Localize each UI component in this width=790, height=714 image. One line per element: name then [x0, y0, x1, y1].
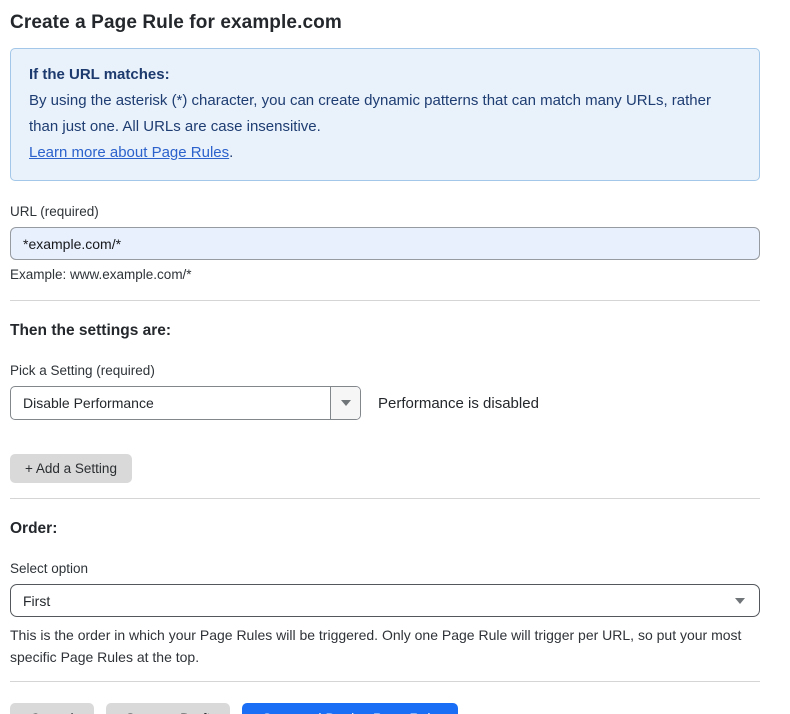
- divider: [10, 300, 760, 301]
- setting-select[interactable]: Disable Performance: [10, 386, 361, 420]
- info-box-body: By using the asterisk (*) character, you…: [29, 88, 729, 140]
- learn-more-link[interactable]: Learn more about Page Rules: [29, 144, 229, 161]
- page-title: Create a Page Rule for example.com: [10, 12, 760, 34]
- save-and-deploy-button[interactable]: Save and Deploy Page Rule: [242, 703, 458, 714]
- divider: [10, 681, 760, 682]
- order-help-text: This is the order in which your Page Rul…: [10, 624, 755, 668]
- order-section-heading: Order:: [10, 520, 760, 538]
- save-as-draft-button[interactable]: Save as Draft: [106, 703, 231, 714]
- add-setting-button[interactable]: + Add a Setting: [10, 454, 132, 483]
- url-match-info-box: If the URL matches: By using the asteris…: [10, 48, 760, 181]
- link-suffix: .: [229, 144, 233, 161]
- order-select-label: Select option: [10, 561, 760, 576]
- create-page-rule-form: Create a Page Rule for example.com If th…: [0, 0, 790, 714]
- settings-section-heading: Then the settings are:: [10, 322, 760, 340]
- setting-row: Disable Performance Performance is disab…: [10, 386, 760, 420]
- setting-select-value: Disable Performance: [11, 387, 330, 419]
- order-select[interactable]: First: [10, 584, 760, 617]
- url-input[interactable]: [10, 227, 760, 260]
- divider: [10, 498, 760, 499]
- info-box-heading: If the URL matches:: [29, 62, 741, 88]
- form-actions: Cancel Save as Draft Save and Deploy Pag…: [10, 703, 760, 714]
- info-box-link-line: Learn more about Page Rules.: [29, 140, 741, 166]
- url-example-text: Example: www.example.com/*: [10, 267, 760, 282]
- cancel-button[interactable]: Cancel: [10, 703, 94, 714]
- chevron-down-icon: [341, 400, 351, 406]
- pick-setting-label: Pick a Setting (required): [10, 363, 760, 378]
- chevron-down-icon: [735, 598, 745, 604]
- setting-status-text: Performance is disabled: [378, 395, 539, 412]
- order-select-value: First: [11, 593, 735, 609]
- setting-select-arrow-button[interactable]: [330, 387, 360, 419]
- url-field-label: URL (required): [10, 204, 760, 219]
